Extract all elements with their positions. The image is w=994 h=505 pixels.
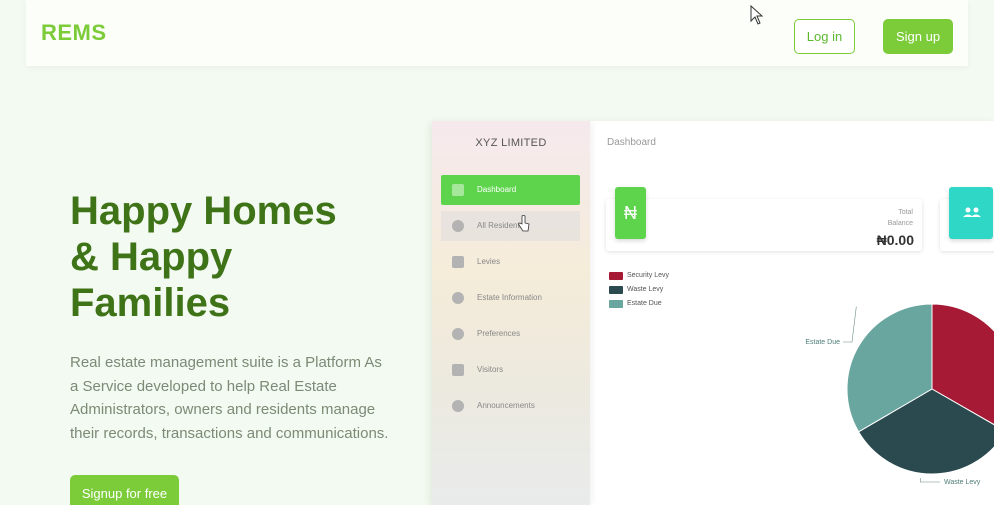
login-button[interactable]: Log in (794, 19, 855, 54)
bell-icon (452, 400, 464, 412)
nav-item-label: Dashboard (477, 185, 517, 194)
nav-item-announcements[interactable]: Announcements (441, 391, 580, 421)
brand-logo[interactable]: REMS (41, 20, 107, 46)
nav-item-levies[interactable]: Levies (441, 247, 580, 277)
nav-item-label: All Residents (477, 221, 524, 230)
levy-pie-chart: Estate Due Waste Levy (805, 303, 994, 486)
hero-title-line: Families (70, 281, 231, 325)
hero-title-line: Happy Homes (70, 189, 337, 233)
nav-item-label: Preferences (477, 329, 521, 338)
top-navbar: REMS Log in Sign up (26, 0, 968, 66)
info-icon (452, 292, 464, 304)
dashboard-icon (452, 184, 464, 196)
slice-label: Estate Due (805, 339, 840, 346)
slice-label: Waste Levy (944, 479, 981, 486)
dashboard-preview: XYZ LIMITED Dashboard All Residents Levi… (432, 121, 994, 505)
preview-sidebar: XYZ LIMITED Dashboard All Residents Levi… (432, 121, 590, 505)
signup-button[interactable]: Sign up (883, 19, 953, 54)
card-icon (452, 256, 464, 268)
nav-item-preferences[interactable]: Preferences (441, 319, 580, 349)
nav-item-label: Visitors (477, 365, 504, 374)
user-icon (452, 220, 464, 232)
mouse-cursor-icon (750, 5, 764, 25)
company-name: XYZ LIMITED (475, 137, 547, 149)
preview-main: Dashboard ₦ Total Balance ₦0.00 Security… (590, 121, 994, 505)
nav-item-label: Levies (477, 257, 501, 266)
nav-item-label: Estate Information (477, 293, 542, 302)
nav-item-estate-information[interactable]: Estate Information (441, 283, 580, 313)
nav-item-all-residents[interactable]: All Residents (441, 211, 580, 241)
gear-icon (452, 328, 464, 340)
hand-pointer-icon (518, 215, 530, 232)
slice-label-leader (843, 306, 857, 343)
signup-free-button[interactable]: Signup for free (70, 475, 179, 505)
nav-item-dashboard[interactable]: Dashboard (441, 175, 580, 205)
hero-title: Happy Homes & Happy Families (70, 188, 390, 326)
hero-title-line: & Happy (70, 235, 233, 279)
hero-description: Real estate management suite is a Platfo… (70, 354, 389, 442)
nav-item-label: Announcements (477, 401, 535, 410)
people-icon (452, 364, 464, 376)
slice-label-leader (919, 477, 940, 483)
nav-item-visitors[interactable]: Visitors (441, 355, 580, 385)
